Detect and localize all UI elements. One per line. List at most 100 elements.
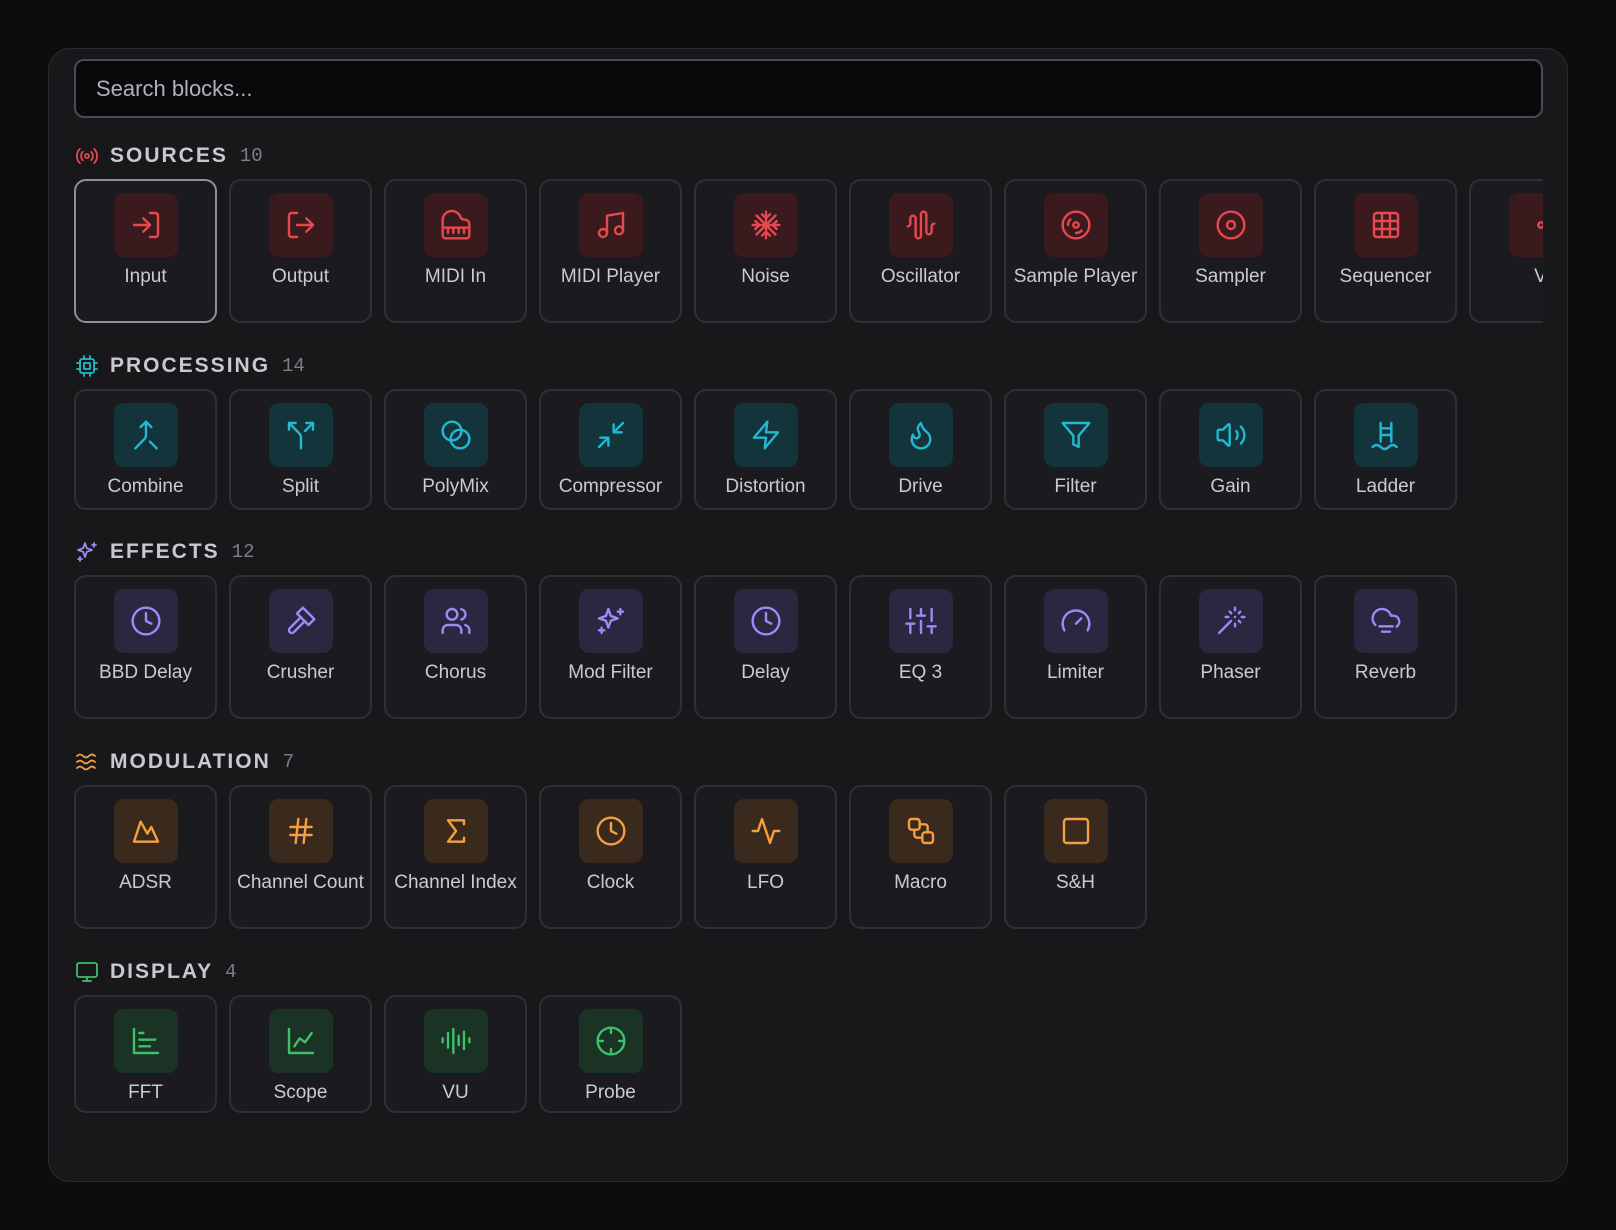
block-label: Clock [586, 872, 635, 893]
block-card[interactable]: Chorus [384, 575, 527, 719]
block-label: Probe [585, 1082, 636, 1103]
block-label: Output [271, 266, 330, 287]
unknown-icon [1509, 193, 1543, 257]
block-card[interactable]: Compressor [539, 389, 682, 510]
block-card[interactable]: Drive [849, 389, 992, 510]
block-card[interactable]: Combine [74, 389, 217, 510]
block-card[interactable]: Ladder [1314, 389, 1457, 510]
block-card[interactable]: Delay [694, 575, 837, 719]
section-header-processing: PROCESSING 14 [74, 353, 305, 379]
volume-icon [1199, 403, 1263, 467]
block-card[interactable]: Sequencer [1314, 179, 1457, 323]
music-note-icon [579, 193, 643, 257]
block-label: Distortion [725, 476, 806, 497]
sparkles-icon [74, 539, 100, 565]
block-card[interactable]: Channel Index [384, 785, 527, 929]
magic-wand-icon [1199, 589, 1263, 653]
sparkles-icon [579, 589, 643, 653]
block-card[interactable]: S&H [1004, 785, 1147, 929]
section-count: 12 [231, 541, 255, 563]
logout-icon [269, 193, 333, 257]
section-title: MODULATION [110, 750, 271, 773]
block-card[interactable]: Oscillator [849, 179, 992, 323]
block-card[interactable]: VU [384, 995, 527, 1113]
block-card[interactable]: Macro [849, 785, 992, 929]
square-icon [1044, 799, 1108, 863]
block-label: Mod Filter [568, 662, 653, 683]
block-card[interactable]: MIDI Player [539, 179, 682, 323]
block-card[interactable]: Probe [539, 995, 682, 1113]
funnel-icon [1044, 403, 1108, 467]
block-card[interactable]: EQ 3 [849, 575, 992, 719]
clock-icon [114, 589, 178, 653]
block-card[interactable]: Reverb [1314, 575, 1457, 719]
block-palette: SOURCES 10 Input Output MIDI In MIDI Player No… [48, 48, 1568, 1182]
ladder-icon [1354, 403, 1418, 467]
block-row-processing: Combine Split PolyMix Compressor Distortion D… [74, 389, 1543, 514]
line-chart-icon [269, 1009, 333, 1073]
target-icon [1199, 193, 1263, 257]
block-card[interactable]: Output [229, 179, 372, 323]
block-label: Channel Index [394, 872, 517, 893]
block-card[interactable]: Sampler [1159, 179, 1302, 323]
cpu-icon [74, 353, 100, 379]
bar-chart-icon [114, 1009, 178, 1073]
block-card[interactable]: MIDI In [384, 179, 527, 323]
block-card[interactable]: Channel Count [229, 785, 372, 929]
block-card[interactable]: V [1469, 179, 1543, 323]
block-card[interactable]: Sample Player [1004, 179, 1147, 323]
block-card[interactable]: Crusher [229, 575, 372, 719]
block-label: Sequencer [1339, 266, 1432, 287]
block-label: Oscillator [880, 266, 961, 287]
block-card[interactable]: Distortion [694, 389, 837, 510]
section-header-sources: SOURCES 10 [74, 143, 263, 169]
lightning-icon [734, 403, 798, 467]
block-label: Scope [273, 1082, 328, 1103]
block-row-sources: Input Output MIDI In MIDI Player Noise Oscill… [74, 179, 1543, 327]
section-title: SOURCES [110, 144, 228, 167]
block-label: Limiter [1046, 662, 1104, 683]
section-title: EFFECTS [110, 540, 220, 563]
block-card[interactable]: Mod Filter [539, 575, 682, 719]
block-card[interactable]: Filter [1004, 389, 1147, 510]
block-card[interactable]: BBD Delay [74, 575, 217, 719]
block-row-display: FFT Scope VU Probe [74, 995, 1543, 1117]
gauge-icon [1044, 589, 1108, 653]
pulse-icon [734, 799, 798, 863]
block-card[interactable]: FFT [74, 995, 217, 1113]
merge-icon [114, 403, 178, 467]
block-label: Macro [894, 872, 947, 893]
block-card[interactable]: ADSR [74, 785, 217, 929]
block-label: Chorus [424, 662, 487, 683]
broadcast-icon [74, 143, 100, 169]
circles-overlap-icon [424, 403, 488, 467]
section-count: 14 [282, 355, 305, 377]
block-card[interactable]: Noise [694, 179, 837, 323]
block-card[interactable]: Phaser [1159, 575, 1302, 719]
section-header-modulation: MODULATION 7 [74, 749, 294, 775]
block-label: BBD Delay [99, 662, 192, 683]
block-card[interactable]: Limiter [1004, 575, 1147, 719]
block-label: Split [282, 476, 319, 497]
block-card[interactable]: Gain [1159, 389, 1302, 510]
block-card[interactable]: Input [74, 179, 217, 323]
block-card[interactable]: Clock [539, 785, 682, 929]
section-count: 10 [239, 145, 263, 167]
block-label: Filter [1054, 476, 1097, 497]
block-label: MIDI In [424, 266, 487, 287]
block-card[interactable]: PolyMix [384, 389, 527, 510]
block-label: S&H [1055, 872, 1096, 893]
compress-arrows-icon [579, 403, 643, 467]
sliders-icon [889, 589, 953, 653]
block-card[interactable]: LFO [694, 785, 837, 929]
audio-lines-icon [424, 1009, 488, 1073]
flame-icon [889, 403, 953, 467]
block-card[interactable]: Split [229, 389, 372, 510]
envelope-shape-icon [114, 799, 178, 863]
block-label: Compressor [558, 476, 663, 497]
search-input[interactable] [74, 59, 1543, 118]
block-row-modulation: ADSR Channel Count Channel Index Clock LFO Ma… [74, 785, 1543, 933]
block-card[interactable]: Scope [229, 995, 372, 1113]
monitor-icon [74, 959, 100, 985]
block-label: Input [124, 266, 167, 287]
